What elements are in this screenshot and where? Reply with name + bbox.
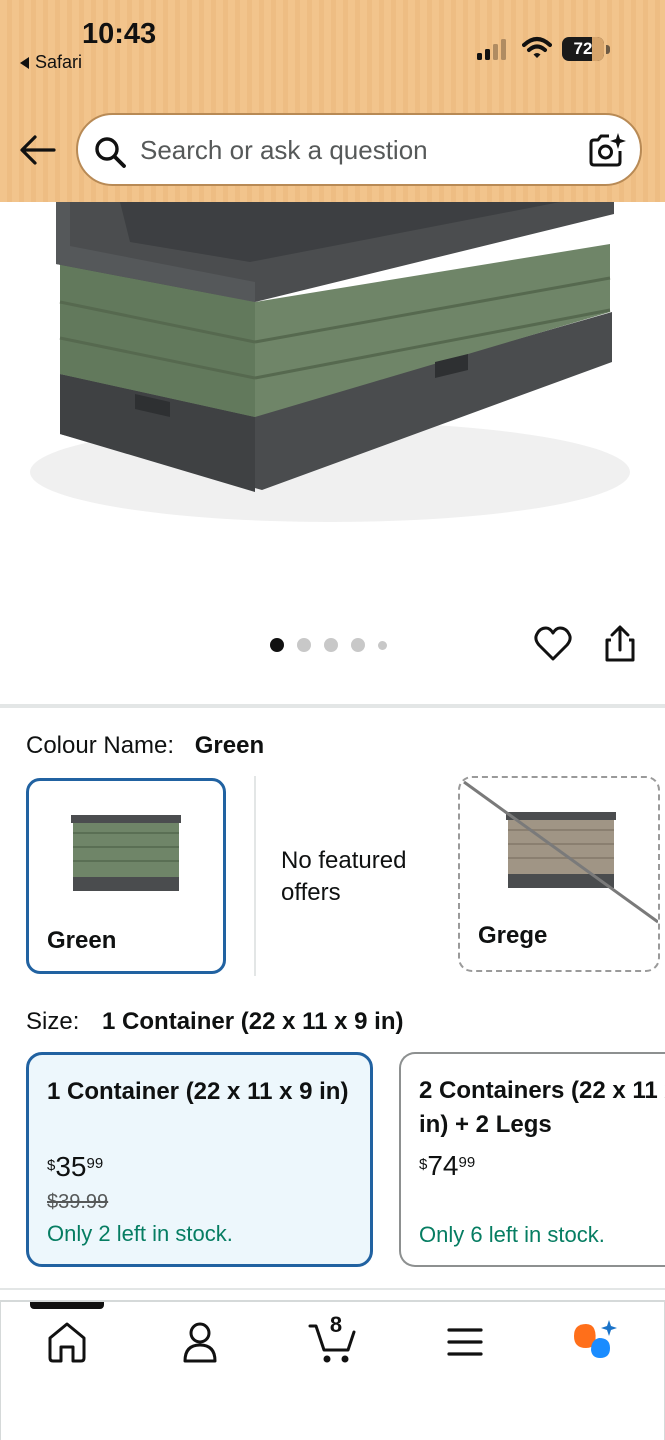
rufus-assistant-icon[interactable] — [570, 1318, 620, 1366]
wifi-icon — [522, 37, 552, 58]
pager-dot[interactable] — [297, 638, 311, 652]
pager-dot[interactable] — [270, 638, 284, 652]
colour-label: Colour Name: — [26, 732, 175, 759]
size-heading: Size: 1 Container (22 x 11 x 9 in) — [26, 1008, 403, 1036]
battery-nub — [606, 45, 610, 54]
battery-body: 72 — [562, 37, 604, 61]
share-icon[interactable] — [601, 624, 639, 664]
menu-icon[interactable] — [440, 1318, 490, 1366]
colour-heading: Colour Name: Green — [26, 732, 264, 760]
price-fraction: 99 — [458, 1154, 476, 1171]
size-option-price: $ 35 99 — [47, 1151, 103, 1183]
product-image[interactable] — [0, 202, 665, 622]
price-fraction: 99 — [86, 1155, 104, 1172]
section-divider — [0, 704, 665, 708]
battery-indicator: 72 — [562, 37, 610, 61]
pager-dot[interactable] — [351, 638, 365, 652]
stock-status: Only 2 left in stock. — [47, 1221, 233, 1246]
back-app-label: Safari — [35, 52, 83, 72]
active-tab-indicator — [30, 1302, 104, 1309]
colour-option-green[interactable]: Green — [26, 778, 226, 974]
account-icon[interactable] — [175, 1318, 225, 1366]
size-option-title: 1 Container (22 x 11 x 9 in) — [47, 1078, 349, 1105]
cellular-signal-icon — [477, 39, 506, 60]
top-header: 10:43 Safari 72 — [0, 0, 665, 202]
pager-dot[interactable] — [378, 640, 387, 650]
colour-selected-value: Green — [194, 732, 265, 759]
no-featured-offers-text: No featured offers — [281, 847, 407, 906]
price-symbol: $ — [47, 1157, 56, 1174]
size-selected-value: 1 Container (22 x 11 x 9 in) — [102, 1008, 404, 1035]
vertical-divider — [254, 776, 256, 976]
price-whole: 35 — [55, 1151, 87, 1182]
back-to-app-link[interactable]: Safari — [20, 52, 82, 73]
home-icon[interactable] — [42, 1318, 92, 1366]
back-triangle-icon — [20, 56, 29, 69]
heart-icon[interactable] — [533, 624, 573, 664]
camera-sparkle-icon[interactable] — [587, 131, 627, 169]
colour-option-grege[interactable]: Grege — [458, 776, 660, 972]
swatch-thumbnail — [71, 815, 181, 891]
search-icon — [95, 137, 126, 168]
cart-count-badge: 8 — [329, 1312, 343, 1337]
battery-percent: 72 — [573, 39, 593, 58]
was-price: $39.99 — [47, 1191, 109, 1213]
search-bar[interactable] — [76, 113, 642, 186]
size-option-title: 2 Containers (22 x 11 x 9 in) + 2 Legs — [419, 1077, 665, 1138]
price-whole: 74 — [427, 1150, 459, 1181]
size-option-1-container[interactable]: 1 Container (22 x 11 x 9 in) $ 35 99 $39… — [26, 1052, 373, 1267]
size-option-2-containers[interactable]: 2 Containers (22 x 11 x 9 in) + 2 Legs $… — [399, 1052, 665, 1267]
section-divider — [0, 1288, 665, 1290]
swatch-label: Grege — [478, 922, 548, 949]
pager-dot[interactable] — [324, 638, 338, 652]
search-input[interactable] — [140, 129, 570, 171]
arrow-left-icon[interactable] — [18, 132, 58, 168]
size-option-price: $ 74 99 — [419, 1150, 475, 1182]
swatch-label: Green — [47, 927, 117, 954]
price-symbol: $ — [419, 1156, 428, 1173]
cart-button[interactable]: 8 — [308, 1312, 358, 1366]
size-label: Size: — [26, 1008, 80, 1035]
image-pager-dots[interactable] — [270, 638, 387, 652]
stock-status: Only 6 left in stock. — [419, 1222, 605, 1247]
status-time: 10:43 — [82, 18, 157, 50]
